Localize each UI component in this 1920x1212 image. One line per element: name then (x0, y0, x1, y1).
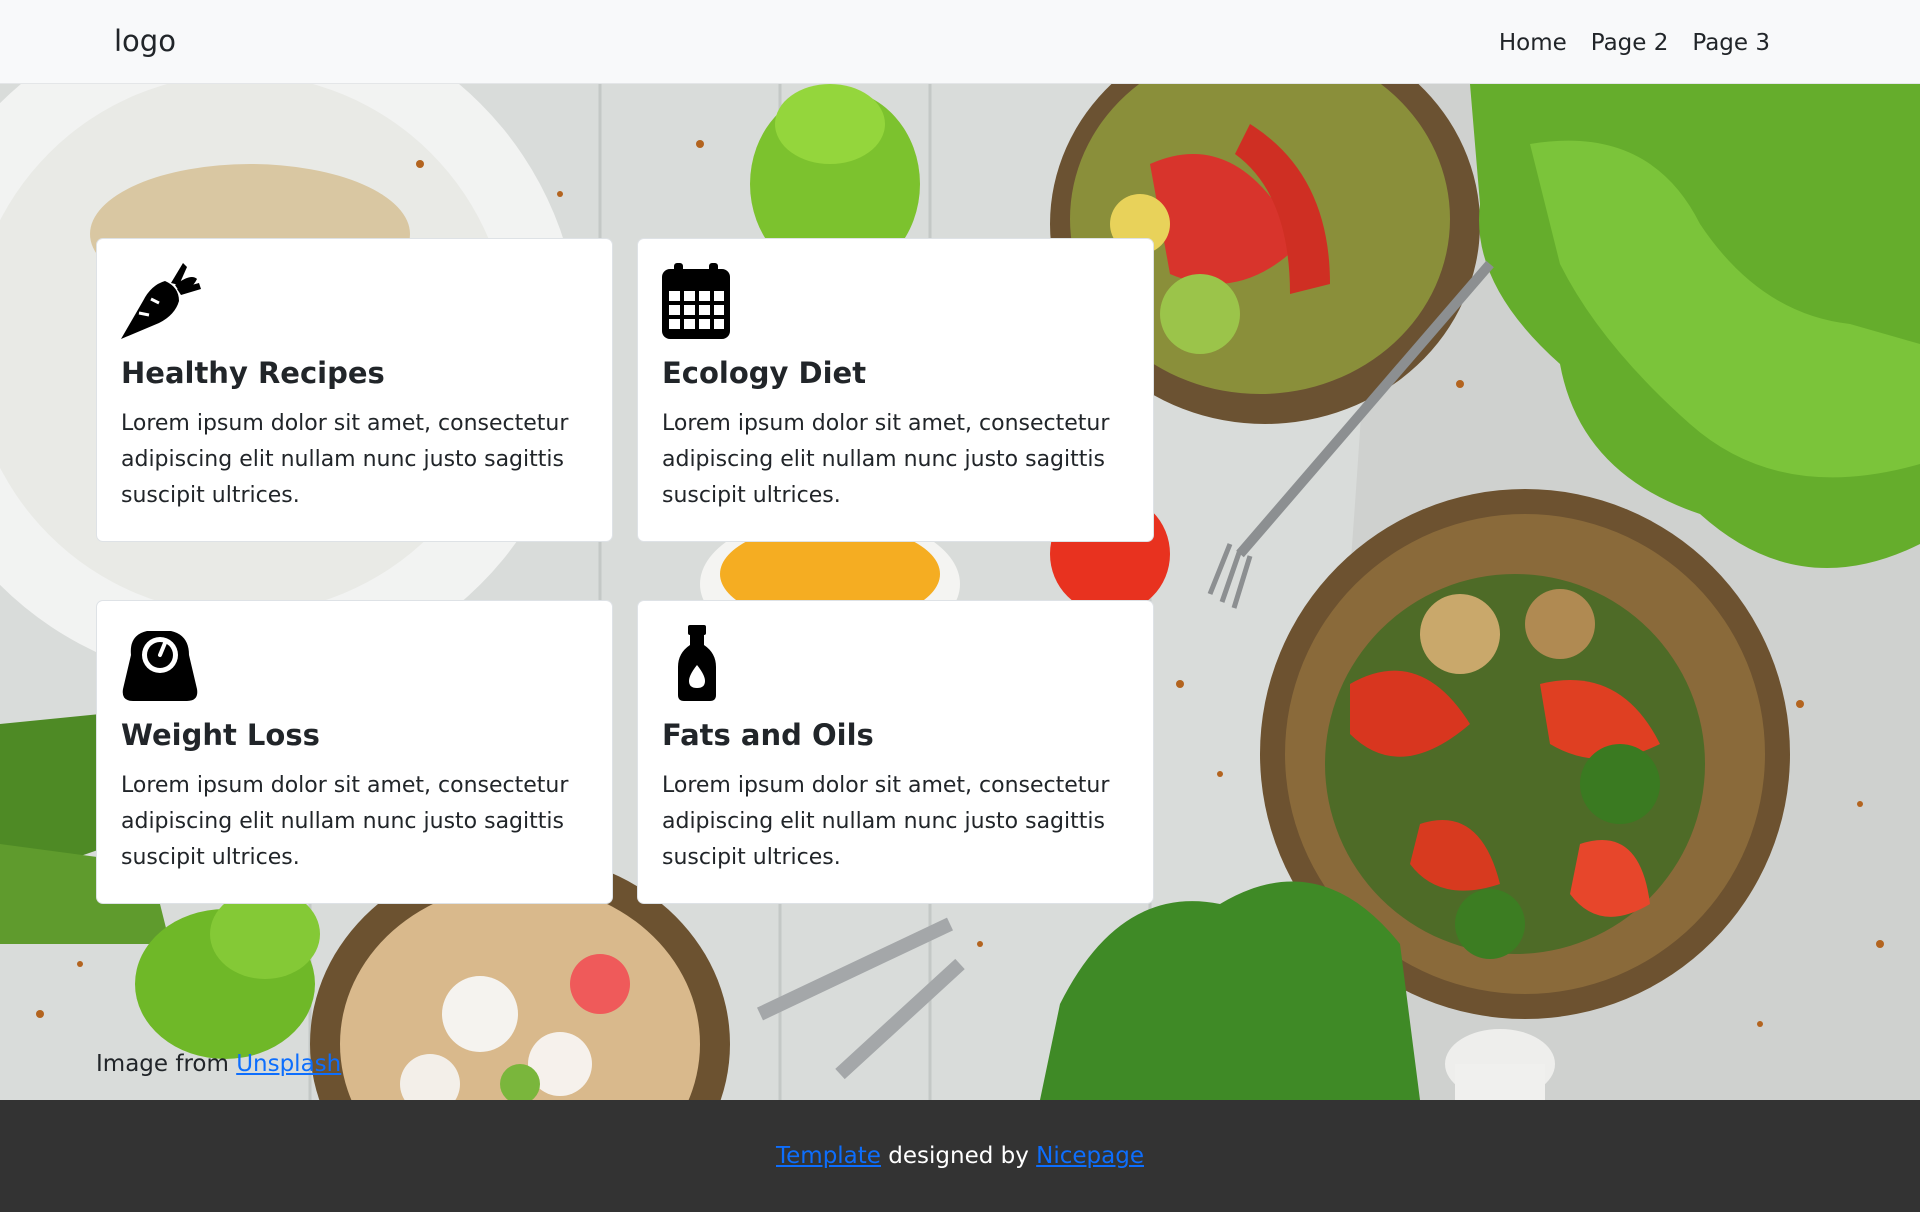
main-nav: Home Page 2 Page 3 (1499, 30, 1770, 56)
card-text: Lorem ipsum dolor sit amet, consectetur … (121, 773, 569, 870)
card-healthy-recipes: Healthy Recipes Lorem ipsum dolor sit am… (96, 238, 613, 542)
footer-text: Template designed by Nicepage (0, 1143, 1920, 1169)
logo-link[interactable]: logo (114, 24, 176, 58)
credit-prefix: Image from (96, 1051, 237, 1077)
card-fats-and-oils: Fats and Oils Lorem ipsum dolor sit amet… (637, 600, 1154, 904)
bottle-icon (678, 625, 716, 701)
carrot-icon (121, 263, 201, 339)
hero-section: Healthy Recipes Lorem ipsum dolor sit am… (0, 84, 1920, 1100)
card-text: Lorem ipsum dolor sit amet, consectetur … (662, 773, 1110, 870)
card-text: Lorem ipsum dolor sit amet, consectetur … (121, 411, 569, 508)
nicepage-link[interactable]: Nicepage (1036, 1143, 1144, 1169)
nav-page-3[interactable]: Page 3 (1692, 30, 1770, 56)
card-title: Fats and Oils (662, 718, 874, 752)
template-link[interactable]: Template (776, 1143, 881, 1169)
scale-icon (122, 631, 198, 701)
card-title: Healthy Recipes (121, 356, 385, 390)
card-title: Ecology Diet (662, 356, 867, 390)
card-title: Weight Loss (121, 718, 320, 752)
card-ecology-diet: Ecology Diet Lorem ipsum dolor sit amet,… (637, 238, 1154, 542)
calendar-icon (662, 263, 730, 339)
unsplash-link[interactable]: Unsplash (236, 1051, 341, 1077)
image-credit: Image from Unsplash (96, 1051, 341, 1077)
card-weight-loss: Weight Loss Lorem ipsum dolor sit amet, … (96, 600, 613, 904)
nav-home[interactable]: Home (1499, 30, 1567, 56)
food-background-image (0, 84, 1920, 1100)
nav-page-2[interactable]: Page 2 (1591, 30, 1669, 56)
site-footer: Template designed by Nicepage (0, 1100, 1920, 1212)
footer-middle-text: designed by (880, 1143, 1037, 1169)
site-header: logo Home Page 2 Page 3 (0, 0, 1920, 84)
card-text: Lorem ipsum dolor sit amet, consectetur … (662, 411, 1110, 508)
